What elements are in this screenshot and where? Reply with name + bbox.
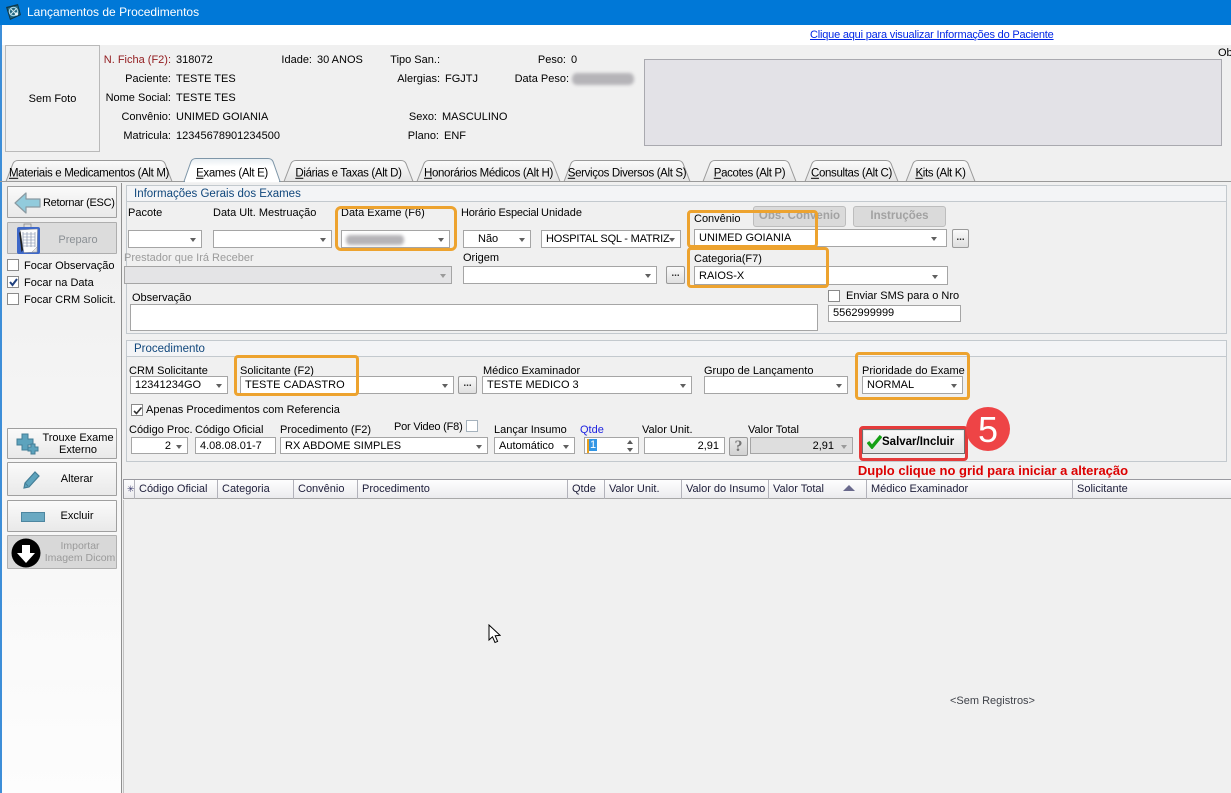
svg-text:Serviços Diversos (Alt S): Serviços Diversos (Alt S) [568, 167, 687, 179]
svg-text:Kits (Alt K): Kits (Alt K) [915, 167, 966, 179]
svg-text:Consultas (Alt C): Consultas (Alt C) [811, 167, 892, 179]
svg-text:Pacotes (Alt P): Pacotes (Alt P) [714, 167, 786, 179]
svg-text:Diárias e Taxas (Alt D): Diárias e Taxas (Alt D) [295, 167, 402, 179]
svg-text:Honorários Médicos (Alt H): Honorários Médicos (Alt H) [424, 167, 553, 179]
svg-text:Materiais e Medicamentos (Alt: Materiais e Medicamentos (Alt M) [9, 167, 170, 179]
svg-text:Exames (Alt E): Exames (Alt E) [196, 167, 268, 179]
